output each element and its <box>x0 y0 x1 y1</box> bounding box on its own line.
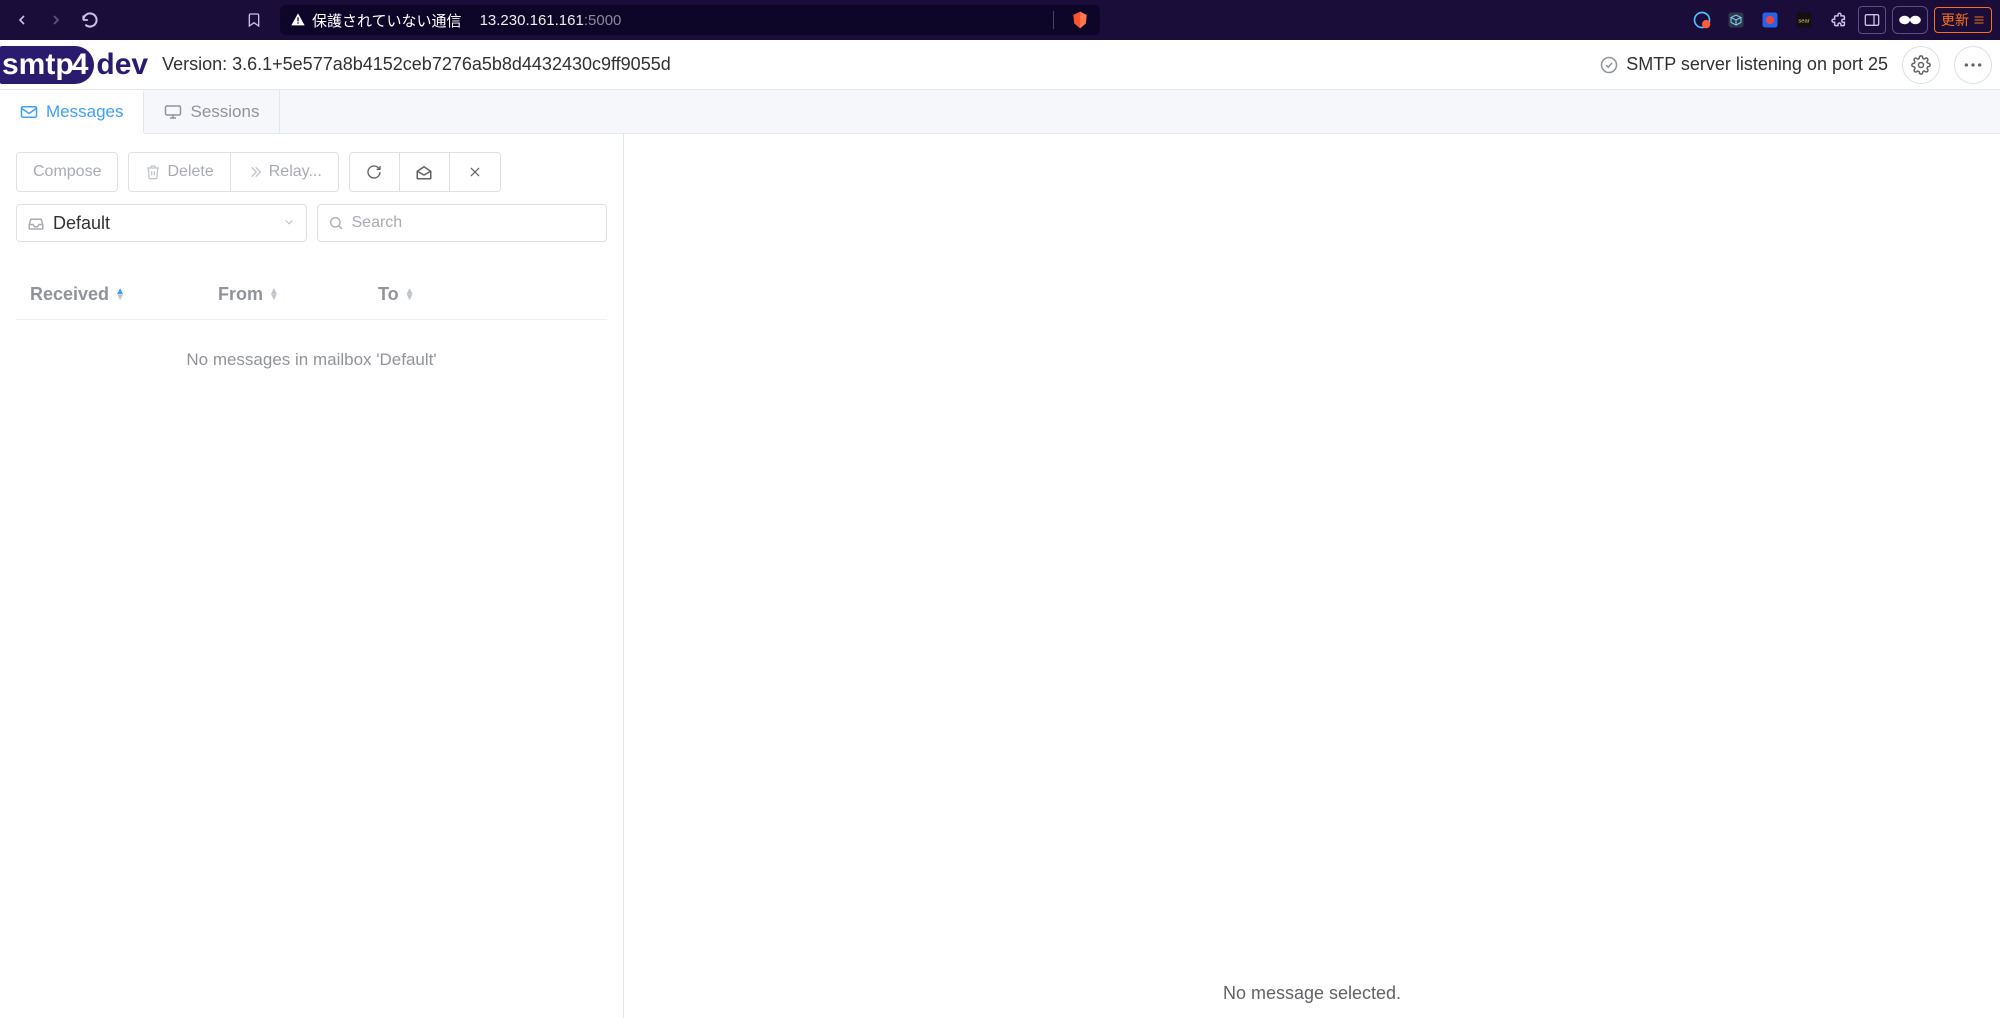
sort-icon: ▲▼ <box>405 289 415 301</box>
col-from[interactable]: From ▲▼ <box>218 284 378 305</box>
back-button[interactable] <box>8 6 36 34</box>
col-to-label: To <box>378 284 399 305</box>
refresh-icon <box>366 164 382 180</box>
server-status: SMTP server listening on port 25 <box>1600 54 1888 75</box>
security-warning: 保護されていない通信 <box>290 10 462 31</box>
ext-icon-1[interactable] <box>1688 6 1716 34</box>
globe-badge-icon <box>1692 10 1712 30</box>
incognito-indicator[interactable] <box>1892 6 1928 34</box>
app-logo: smtp4dev <box>0 45 148 85</box>
search-icon <box>328 215 344 231</box>
toolbar-row-1: Compose Delete Relay... <box>16 152 607 192</box>
tab-sessions-label: Sessions <box>190 102 259 122</box>
gear-icon <box>1911 55 1931 75</box>
chrome-right: sear 更新 <box>1688 6 1992 34</box>
chevron-right-icon <box>48 12 64 28</box>
app-header: smtp4dev Version: 3.6.1+5e577a8b4152ceb7… <box>0 40 2000 90</box>
ext-icon-3[interactable] <box>1756 6 1784 34</box>
col-received[interactable]: Received ▲▼ <box>30 284 218 305</box>
update-label: 更新 <box>1941 10 1969 30</box>
close-icon <box>468 165 482 179</box>
panel-icon <box>1864 13 1880 27</box>
close-button[interactable] <box>450 153 500 191</box>
header-right: SMTP server listening on port 25 <box>1600 46 1992 84</box>
tab-messages-label: Messages <box>46 102 123 122</box>
search-box[interactable] <box>317 204 608 242</box>
action-group: Delete Relay... <box>128 152 338 192</box>
col-from-label: From <box>218 284 263 305</box>
col-received-label: Received <box>30 284 109 305</box>
address-bar[interactable]: 保護されていない通信 13.230.161.161:5000 <box>280 5 1100 35</box>
bookmark-button[interactable] <box>240 11 268 29</box>
more-button[interactable] <box>1954 46 1992 84</box>
compose-group: Compose <box>16 152 118 192</box>
open-mail-icon <box>415 164 433 180</box>
url-port: :5000 <box>584 12 622 29</box>
double-chevron-right-icon <box>247 164 263 180</box>
logo-smtp: smtp4 <box>0 46 94 84</box>
dark-badge-icon: sear <box>1794 10 1814 30</box>
status-text: SMTP server listening on port 25 <box>1626 54 1888 75</box>
glasses-icon <box>1898 14 1922 26</box>
mark-read-button[interactable] <box>400 153 450 191</box>
update-button[interactable]: 更新 <box>1934 7 1992 33</box>
empty-message: No messages in mailbox 'Default' <box>16 320 607 400</box>
addr-separator <box>1053 11 1054 29</box>
col-to[interactable]: To ▲▼ <box>378 284 478 305</box>
inbox-icon <box>27 215 45 231</box>
detail-panel: No message selected. <box>624 134 2000 1018</box>
security-text: 保護されていない通信 <box>312 10 462 31</box>
logo-dev: dev <box>96 48 148 82</box>
settings-button[interactable] <box>1902 46 1940 84</box>
url-host: 13.230.161.161 <box>480 12 584 29</box>
nav-buttons <box>8 6 104 34</box>
sidepanel-button[interactable] <box>1858 6 1886 34</box>
refresh-button[interactable] <box>350 153 400 191</box>
mailbox-selected: Default <box>53 213 110 234</box>
no-selection-text: No message selected. <box>1223 983 1401 1004</box>
tab-messages[interactable]: Messages <box>0 90 144 134</box>
record-icon <box>1760 10 1780 30</box>
reload-icon <box>81 11 99 29</box>
mail-icon <box>20 105 38 119</box>
more-horizontal-icon <box>1963 62 1983 68</box>
chevron-down-icon <box>282 213 296 234</box>
version-label: Version: 3.6.1+5e577a8b4152ceb7276a5b8d4… <box>162 54 671 75</box>
compose-label: Compose <box>33 163 101 181</box>
hamburger-icon <box>1973 14 1985 26</box>
mailbox-select[interactable]: Default <box>16 204 307 242</box>
cube-icon <box>1726 10 1746 30</box>
extensions-button[interactable] <box>1824 6 1852 34</box>
bookmark-icon <box>246 11 262 29</box>
browser-chrome: 保護されていない通信 13.230.161.161:5000 sear 更新 <box>0 0 2000 40</box>
tabs: Messages Sessions <box>0 90 2000 134</box>
tab-sessions[interactable]: Sessions <box>144 90 280 133</box>
warning-icon <box>290 12 306 28</box>
compose-button[interactable]: Compose <box>17 153 117 191</box>
search-input[interactable] <box>352 214 597 232</box>
toolbar-row-2: Default <box>16 204 607 242</box>
reload-button[interactable] <box>76 6 104 34</box>
check-circle-icon <box>1600 56 1618 74</box>
trash-icon <box>145 164 161 180</box>
ext-icon-2[interactable] <box>1722 6 1750 34</box>
chevron-left-icon <box>14 12 30 28</box>
sort-icon: ▲▼ <box>115 289 125 301</box>
puzzle-icon <box>1829 11 1847 29</box>
util-group <box>349 152 501 192</box>
forward-button[interactable] <box>42 6 70 34</box>
table-header: Received ▲▼ From ▲▼ To ▲▼ <box>16 266 607 320</box>
relay-label: Relay... <box>269 163 322 181</box>
relay-button[interactable]: Relay... <box>231 153 338 191</box>
brave-shield-icon[interactable] <box>1070 10 1090 30</box>
main-area: Compose Delete Relay... <box>0 134 2000 1018</box>
messages-panel: Compose Delete Relay... <box>0 134 624 1018</box>
svg-text:sear: sear <box>1798 19 1809 25</box>
monitor-icon <box>164 104 182 120</box>
sort-icon: ▲▼ <box>269 289 279 301</box>
delete-button[interactable]: Delete <box>129 153 230 191</box>
ext-icon-4[interactable]: sear <box>1790 6 1818 34</box>
delete-label: Delete <box>167 163 213 181</box>
